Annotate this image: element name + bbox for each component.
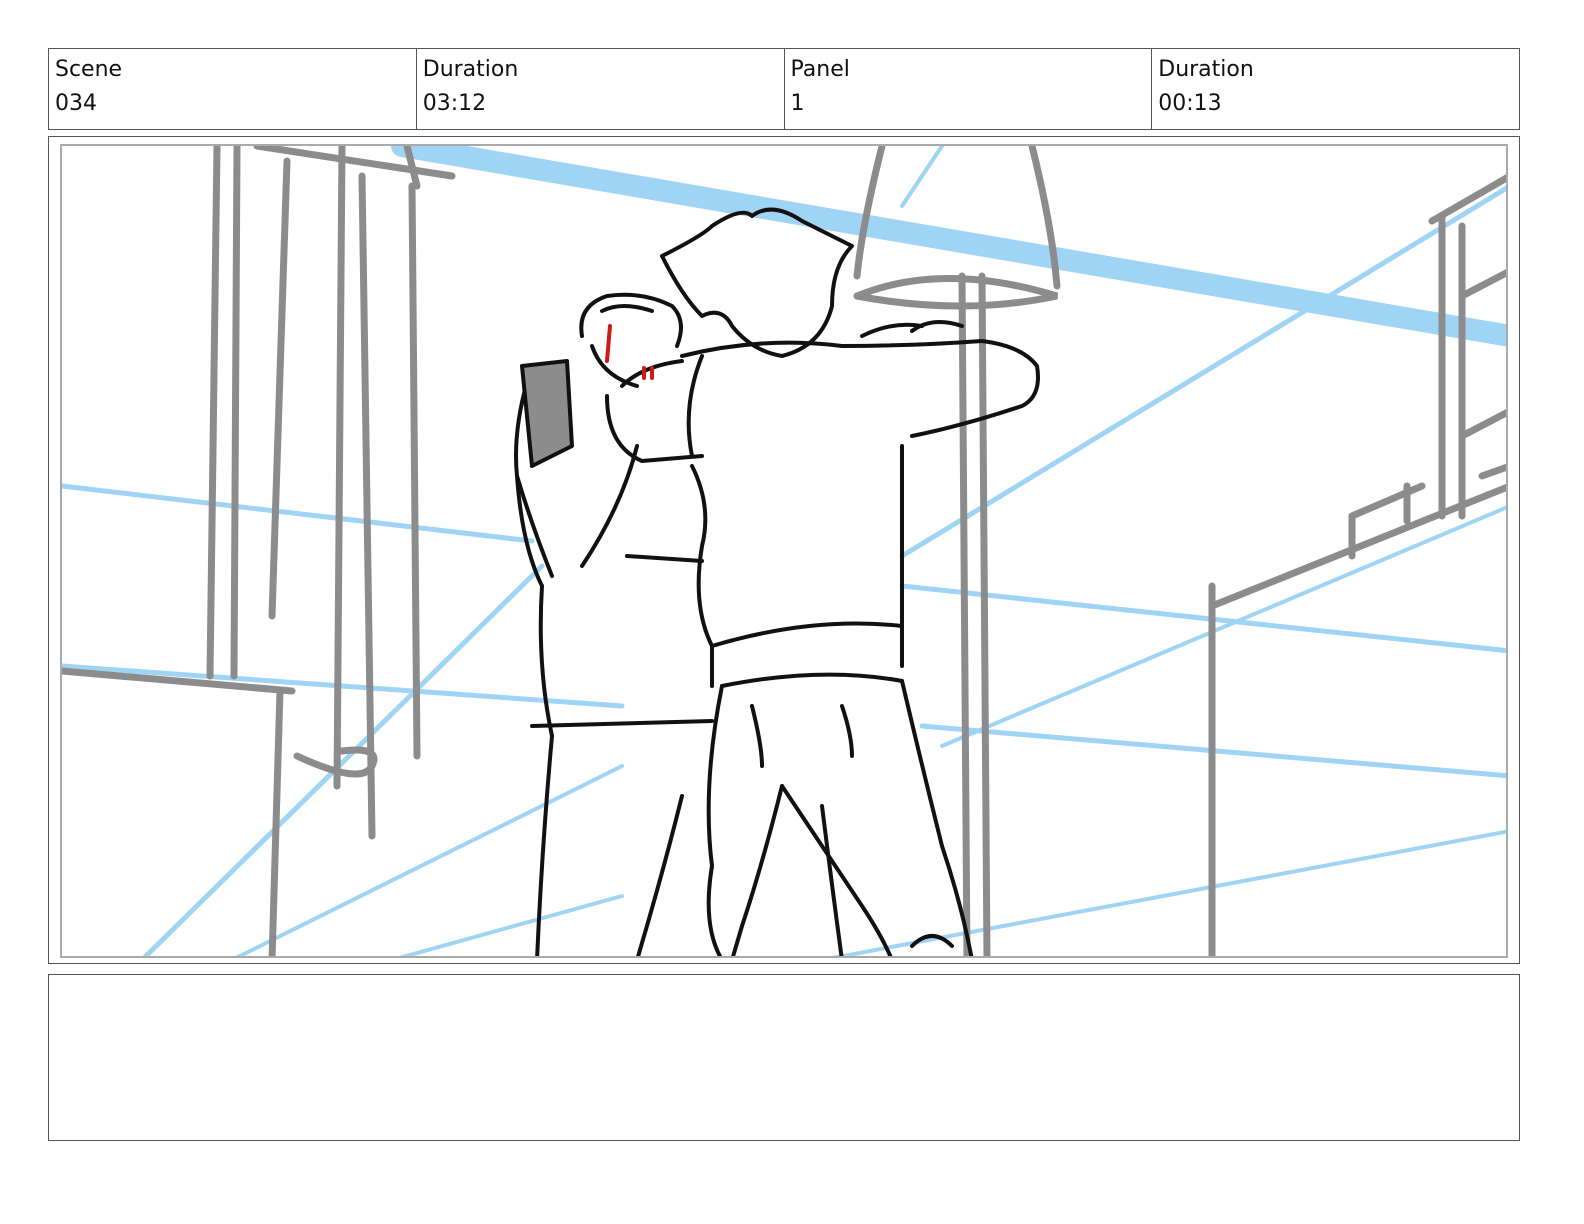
scene-duration-value[interactable]: 03:12 [423,89,778,119]
panel-value[interactable]: 1 [791,89,1146,119]
scene-label: Scene [55,57,123,82]
storyboard-panel-frame [48,136,1520,964]
storyboard-drawing-area[interactable] [60,144,1508,958]
panel-duration-label: Duration [1158,57,1254,82]
scene-cell: Scene 034 [49,49,417,129]
blood-marks [605,324,654,380]
panel-duration-value[interactable]: 00:13 [1158,89,1513,119]
scene-duration-label: Duration [422,57,519,82]
scene-value[interactable]: 034 [55,89,410,119]
storyboard-header: Scene 034 Duration 03:12 Panel 1 Duratio… [48,48,1520,130]
background-structures [62,146,1506,956]
storyboard-sketch [62,146,1506,956]
panel-label: Panel [790,57,850,82]
panel-notes-box[interactable] [48,974,1520,1141]
panel-cell: Panel 1 [785,49,1153,129]
panel-duration-cell: Duration 00:13 [1152,49,1519,129]
scene-duration-cell: Duration 03:12 [417,49,785,129]
